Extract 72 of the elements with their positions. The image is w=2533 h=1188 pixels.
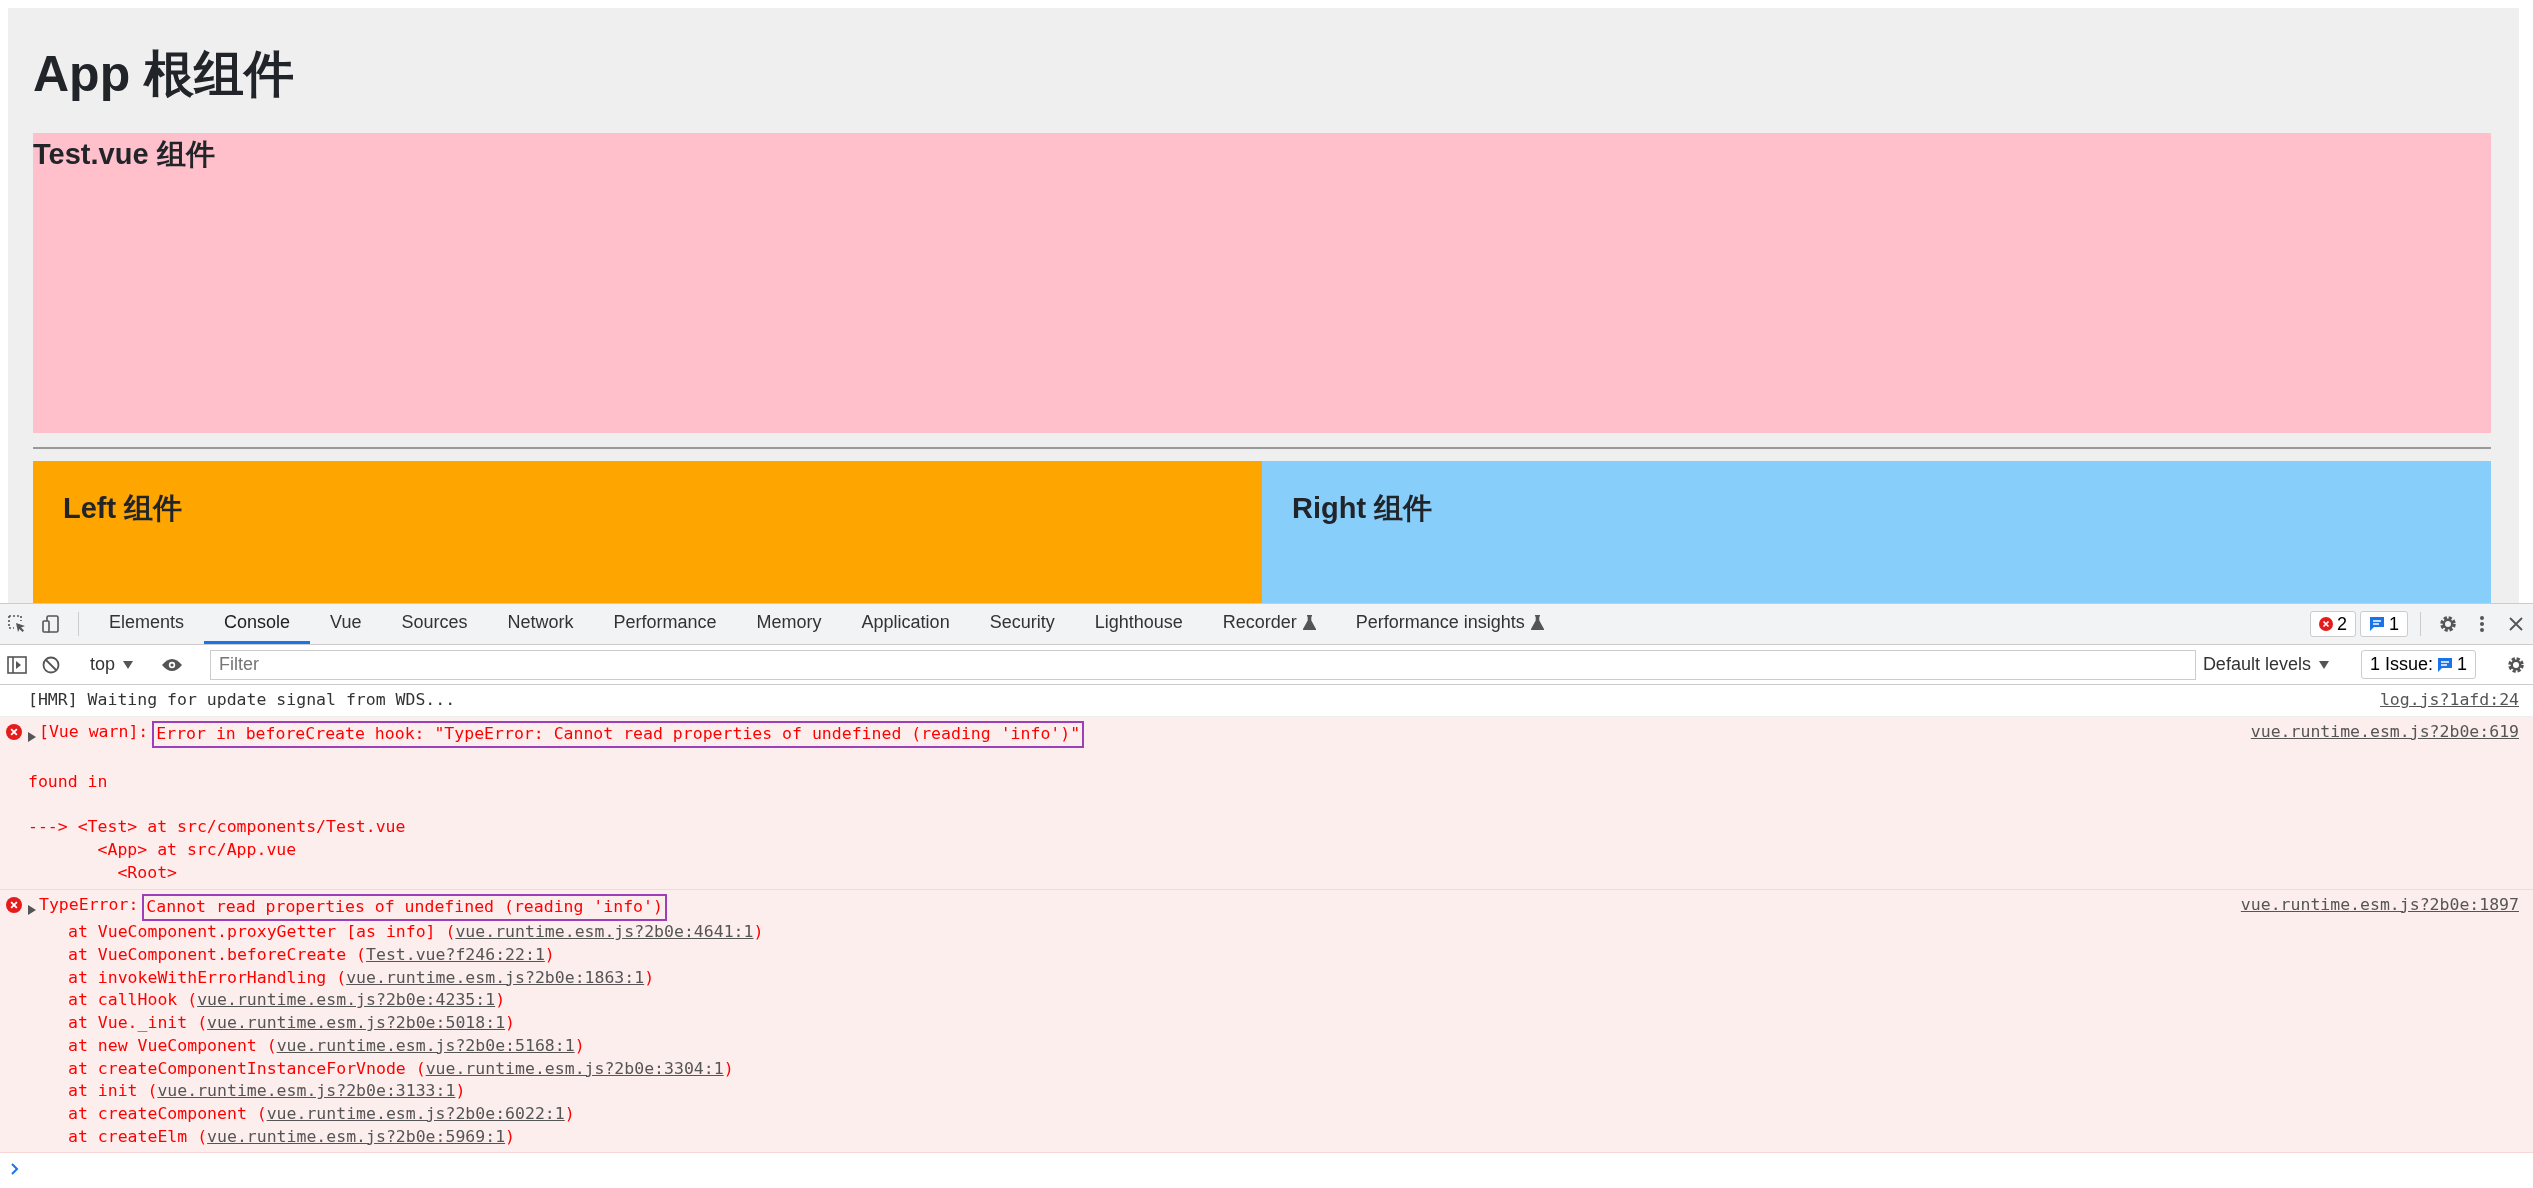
- error-icon: [6, 723, 22, 740]
- page-title: App 根组件: [33, 45, 296, 104]
- message-count-button[interactable]: 1: [2360, 611, 2408, 637]
- message-icon: [2437, 656, 2453, 673]
- trace-line: <Root>: [116, 861, 178, 884]
- devtools-tab[interactable]: Console: [204, 604, 311, 644]
- stack-paren: ): [644, 966, 655, 989]
- message-icon: [2369, 616, 2385, 632]
- devtools-tab[interactable]: Elements: [89, 604, 205, 644]
- log-levels-dropdown[interactable]: Default levels: [2201, 650, 2330, 679]
- stack-paren: ): [544, 944, 555, 966]
- stack-link[interactable]: vue.runtime.esm.js?2b0e:6022:1: [266, 1102, 565, 1126]
- stack-frame: at Vue._init (: [68, 1012, 208, 1035]
- error-message: Cannot read properties of undefined (reading 'info'): [142, 893, 667, 922]
- stack-frame: at invokeWithErrorHandling (: [68, 966, 347, 990]
- context-dropdown[interactable]: top: [89, 650, 135, 679]
- caret-icon: [123, 660, 134, 669]
- stack-paren: ): [564, 1102, 575, 1125]
- stack-paren: ): [574, 1034, 585, 1057]
- stack-link[interactable]: Test.vue?f246:22:1: [366, 944, 545, 967]
- stack-frame: at init (: [68, 1080, 158, 1103]
- right-component-title: Right 组件: [1292, 491, 1434, 526]
- stack-link[interactable]: vue.runtime.esm.js?2b0e:3304:1: [425, 1057, 724, 1081]
- stack-link[interactable]: vue.runtime.esm.js?2b0e:4641:1: [455, 921, 754, 944]
- left-component-title: Left 组件: [63, 491, 184, 526]
- source-link[interactable]: vue.runtime.esm.js?2b0e:1897: [2240, 893, 2519, 922]
- stack-link[interactable]: vue.runtime.esm.js?2b0e:3133:1: [157, 1080, 456, 1103]
- test-component-title: Test.vue 组件: [33, 137, 216, 172]
- stack-frame: at new VueComponent (: [68, 1034, 277, 1058]
- stack-paren: ): [495, 989, 506, 1012]
- error-prefix: TypeError:: [39, 893, 139, 916]
- devtools-tab[interactable]: Application: [841, 604, 970, 644]
- stack-link[interactable]: vue.runtime.esm.js?2b0e:1863:1: [346, 966, 645, 990]
- prompt-icon: [10, 1162, 20, 1175]
- stack-link[interactable]: vue.runtime.esm.js?2b0e:4235:1: [197, 989, 496, 1013]
- stack-frame: at callHook (: [68, 989, 198, 1013]
- error-icon: [2318, 617, 2333, 631]
- stack-frame: at createComponentInstanceForVnode (: [68, 1057, 426, 1081]
- devtools-tab[interactable]: Recorder: [1202, 604, 1336, 644]
- stack-frame: at createComponent (: [68, 1102, 267, 1126]
- stack-frame: at createElm (: [68, 1125, 208, 1149]
- devtools-tab[interactable]: Sources: [381, 604, 488, 644]
- stack-link[interactable]: vue.runtime.esm.js?2b0e:5168:1: [276, 1034, 575, 1058]
- devtools-tab[interactable]: Performance insights: [1335, 604, 1564, 644]
- stack-paren: ): [723, 1057, 734, 1080]
- devtools-tab[interactable]: Network: [487, 604, 594, 644]
- source-link[interactable]: vue.runtime.esm.js?2b0e:619: [2250, 720, 2519, 749]
- stack-link[interactable]: vue.runtime.esm.js?2b0e:5018:1: [207, 1012, 506, 1035]
- found-in-text: found in: [28, 771, 109, 794]
- stack-paren: ): [753, 921, 764, 944]
- error-message: Error in beforeCreate hook: "TypeError: Cannot read properties of undefined (reading 'info')": [152, 720, 1085, 749]
- stack-paren: ): [505, 1012, 516, 1035]
- error-count-button[interactable]: 2: [2309, 611, 2356, 637]
- stack-frame: at VueComponent.proxyGetter [as info] (: [68, 921, 456, 944]
- devtools-tab[interactable]: Vue: [310, 604, 382, 644]
- devtools-tab[interactable]: Lighthouse: [1074, 604, 1203, 644]
- devtools-tab[interactable]: Security: [969, 604, 1075, 644]
- stack-frame: at VueComponent.beforeCreate (: [68, 944, 366, 967]
- source-link[interactable]: log.js?1afd:24: [2379, 689, 2519, 712]
- error-icon: [6, 896, 22, 913]
- devtools-tab[interactable]: Memory: [736, 604, 842, 644]
- filter-field[interactable]: Filter: [210, 649, 2196, 680]
- stack-paren: ): [505, 1125, 516, 1148]
- error-prefix: [Vue warn]:: [39, 720, 149, 743]
- stack-paren: ): [455, 1080, 466, 1103]
- devtools-tab[interactable]: Performance: [593, 604, 737, 644]
- issues-button[interactable]: 1 Issue: 1: [2360, 650, 2476, 679]
- trace-line: ---> <Test> at src/components/Test.vue: [28, 816, 407, 839]
- caret-icon: [2318, 660, 2329, 669]
- log-message: [HMR] Waiting for update signal from WDS...: [28, 689, 456, 711]
- trace-line: <App> at src/App.vue: [96, 839, 298, 862]
- stack-link[interactable]: vue.runtime.esm.js?2b0e:5969:1: [207, 1125, 506, 1149]
